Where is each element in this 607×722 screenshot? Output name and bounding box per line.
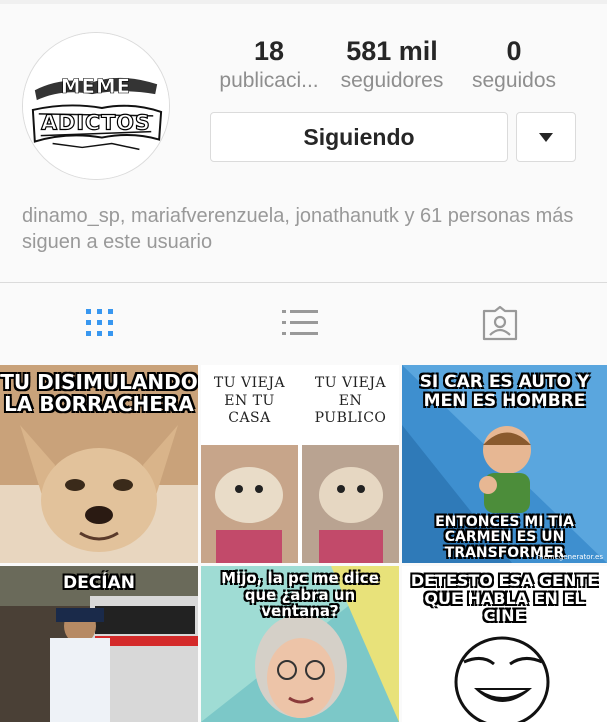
tab-grid[interactable]	[70, 300, 130, 346]
post-tile-5[interactable]: Mijo, la pc me dice que ¿abra un ventana…	[201, 566, 399, 722]
post-3-watermark: memegenerator.es	[536, 553, 603, 561]
post-2-right-caption: TU VIEJA EN PUBLICO	[314, 375, 387, 426]
tab-list[interactable]	[270, 300, 330, 346]
caret-down-icon	[539, 132, 553, 142]
meme-adictos-logo: MEME ADICTOS	[23, 33, 169, 179]
grid-icon	[86, 309, 113, 336]
post-tile-1[interactable]: TU DISIMULANDO LA BORRACHERA	[0, 365, 198, 563]
tagged-person-icon	[482, 305, 518, 341]
followed-by-text[interactable]: dinamo_sp, mariafverenzuela, jonathanutk…	[22, 203, 582, 255]
svg-text:ADICTOS: ADICTOS	[41, 111, 151, 135]
top-strip	[0, 0, 607, 4]
post-2-left-caption: TU VIEJA EN TU CASA	[213, 375, 286, 426]
post-tile-3[interactable]: SI CAR ES AUTO Y MEN ES HOMBRE ENTONCES …	[402, 365, 607, 563]
post-3-top-caption: SI CAR ES AUTO Y MEN ES HOMBRE	[419, 372, 590, 411]
following-button[interactable]: Siguiendo	[210, 112, 508, 162]
post-6-caption: DETESTO ESA GENTE QUE HABLA EN EL CINE	[410, 571, 599, 626]
post-tile-6[interactable]: DETESTO ESA GENTE QUE HABLA EN EL CINE	[402, 566, 607, 722]
post-4-caption: DECÍAN	[63, 573, 135, 593]
posts-grid: TU DISIMULANDO LA BORRACHERA TU VIEJA EN…	[0, 365, 607, 722]
following-stat[interactable]: 0 seguidos	[462, 34, 566, 94]
post-tile-2[interactable]: TU VIEJA EN TU CASA TU VIEJA EN PUBLICO	[201, 365, 399, 563]
tab-tagged[interactable]	[470, 300, 530, 346]
suggestions-dropdown-button[interactable]	[516, 112, 576, 162]
followers-label: seguidores	[340, 69, 444, 92]
post-1-caption: TU DISIMULANDO LA BORRACHERA	[0, 370, 198, 416]
profile-avatar[interactable]: MEME ADICTOS	[22, 32, 170, 180]
followers-count: 581 mil	[346, 36, 438, 66]
followers-stat[interactable]: 581 mil seguidores	[332, 34, 452, 94]
post-5-caption: Mijo, la pc me dice que ¿abra un ventana…	[221, 569, 379, 620]
profile-stats: 18 publicaci... 581 mil seguidores 0 seg…	[210, 34, 580, 96]
following-label: seguidos	[471, 69, 557, 92]
post-tile-4[interactable]: DECÍAN	[0, 566, 198, 722]
posts-count: 18	[253, 36, 285, 66]
following-count: 0	[506, 36, 522, 66]
list-icon	[282, 310, 318, 335]
svg-text:MEME: MEME	[61, 75, 131, 98]
posts-stat[interactable]: 18 publicaci...	[210, 34, 328, 94]
posts-label: publicaci...	[219, 69, 319, 92]
header-divider	[0, 282, 607, 283]
